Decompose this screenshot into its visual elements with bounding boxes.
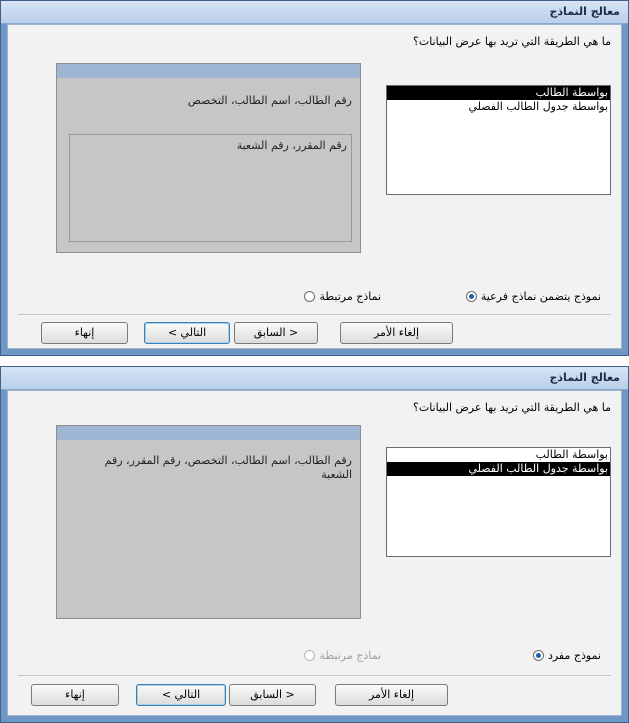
radio-linked-forms: نماذج مرتبطة xyxy=(304,649,381,662)
radio-with-subforms[interactable]: نموذج يتضمن نماذج فرعية xyxy=(465,290,601,303)
view-by-listbox[interactable]: بواسطة الطالب بواسطة جدول الطالب الفصلي xyxy=(386,85,611,195)
question-text: ما هي الطريقة التي تريد بها عرض البيانات… xyxy=(413,35,611,48)
question-text: ما هي الطريقة التي تريد بها عرض البيانات… xyxy=(413,401,611,414)
separator xyxy=(18,314,611,315)
next-button[interactable]: التالي > xyxy=(144,322,230,344)
wizard-body: ما هي الطريقة التي تريد بها عرض البيانات… xyxy=(7,24,622,349)
radio-linked-forms-label: نماذج مرتبطة xyxy=(319,649,381,662)
cancel-button[interactable]: إلغاء الأمر xyxy=(335,684,448,706)
layout-preview: رقم الطالب، اسم الطالب، التخصص رقم المقر… xyxy=(56,63,361,253)
finish-button[interactable]: إنهاء xyxy=(31,684,119,706)
list-item-by-student[interactable]: بواسطة الطالب xyxy=(387,448,610,462)
radio-button-icon xyxy=(465,291,477,302)
finish-button[interactable]: إنهاء xyxy=(41,322,128,344)
title-bar: معالج النماذج xyxy=(1,1,628,24)
list-item-by-semester-table[interactable]: بواسطة جدول الطالب الفصلي xyxy=(387,100,610,114)
back-button[interactable]: < السابق xyxy=(234,322,318,344)
radio-with-subforms-label: نموذج يتضمن نماذج فرعية xyxy=(480,290,601,303)
view-by-listbox[interactable]: بواسطة الطالب بواسطة جدول الطالب الفصلي xyxy=(386,447,611,557)
preview-header-band xyxy=(57,64,360,78)
form-wizard-window-2: معالج النماذج ما هي الطريقة التي تريد به… xyxy=(0,366,629,723)
next-button[interactable]: التالي > xyxy=(136,684,226,706)
title-bar: معالج النماذج xyxy=(1,367,628,390)
separator xyxy=(18,675,611,676)
radio-single-form-label: نموذج مفرد xyxy=(547,649,601,662)
radio-linked-forms[interactable]: نماذج مرتبطة xyxy=(304,290,381,303)
form-type-options: نموذج يتضمن نماذج فرعية نماذج مرتبطة xyxy=(38,290,601,306)
subform-preview: رقم المقرر، رقم الشعبة xyxy=(69,134,352,242)
radio-button-icon xyxy=(304,291,316,302)
radio-single-form[interactable]: نموذج مفرد xyxy=(532,649,601,662)
list-item-by-semester-table[interactable]: بواسطة جدول الطالب الفصلي xyxy=(387,462,610,476)
form-type-options: نموذج مفرد نماذج مرتبطة xyxy=(38,649,601,665)
list-item-by-student[interactable]: بواسطة الطالب xyxy=(387,86,610,100)
window-title: معالج النماذج xyxy=(549,371,620,384)
back-button[interactable]: < السابق xyxy=(229,684,316,706)
preview-main-fields: رقم الطالب، اسم الطالب، التخصص، رقم المق… xyxy=(104,454,352,481)
radio-linked-forms-label: نماذج مرتبطة xyxy=(319,290,381,303)
wizard-body: ما هي الطريقة التي تريد بها عرض البيانات… xyxy=(7,390,622,716)
window-title: معالج النماذج xyxy=(549,5,620,18)
radio-button-icon xyxy=(304,650,316,661)
preview-main-fields: رقم الطالب، اسم الطالب، التخصص xyxy=(187,94,352,107)
preview-sub-fields: رقم المقرر، رقم الشعبة xyxy=(236,139,347,152)
radio-button-icon xyxy=(532,650,544,661)
cancel-button[interactable]: إلغاء الأمر xyxy=(340,322,453,344)
layout-preview: رقم الطالب، اسم الطالب، التخصص، رقم المق… xyxy=(56,425,361,619)
form-wizard-window-1: معالج النماذج ما هي الطريقة التي تريد به… xyxy=(0,0,629,356)
preview-header-band xyxy=(57,426,360,440)
